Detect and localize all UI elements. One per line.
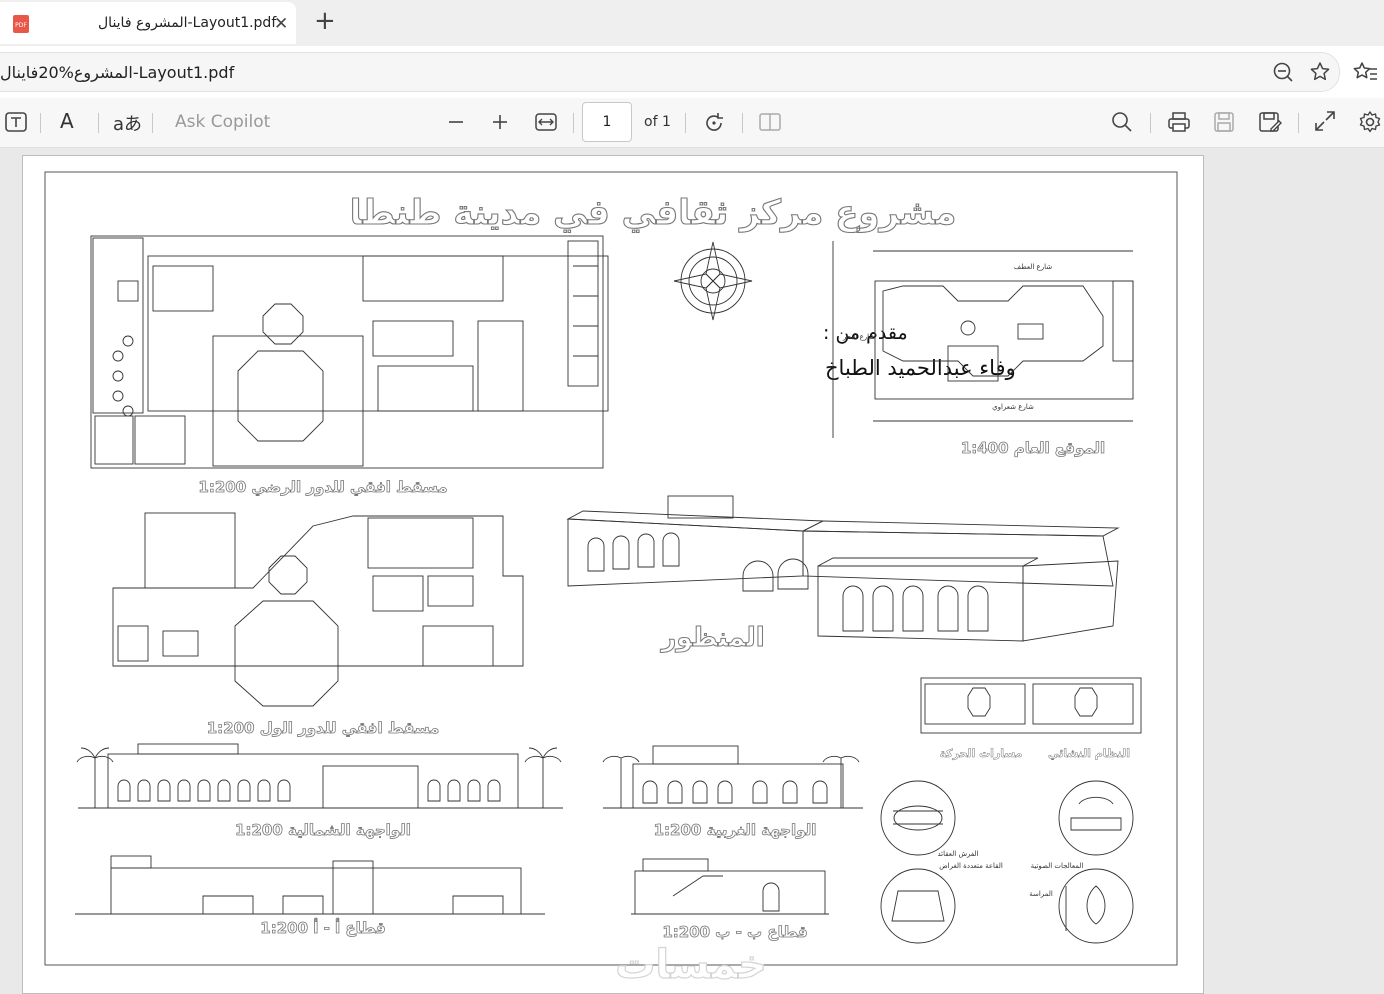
- perspective-drawing: [566, 495, 1120, 642]
- toolbar-divider: [1150, 113, 1151, 133]
- page-view-icon[interactable]: [758, 112, 782, 132]
- toolbar-divider: [1298, 113, 1299, 133]
- detail-label-4: المراسة: [1029, 890, 1053, 898]
- street-bottom-label: شارع شعراوي: [992, 403, 1034, 411]
- pdf-viewer-area[interactable]: مشروع مركز ثقافي في مدينة طنطا مسقط افقي…: [0, 148, 1384, 994]
- toolbar-divider: [152, 113, 153, 133]
- zoom-out-icon[interactable]: [1272, 61, 1294, 83]
- svg-text:PDF: PDF: [15, 22, 27, 29]
- section-aa: [75, 855, 545, 915]
- tab-strip: PDF المشروع فاينال-Layout1.pdf ✕ +: [0, 0, 1384, 46]
- fit-width-icon[interactable]: [535, 112, 557, 132]
- toolbar-divider: [573, 113, 574, 133]
- pdf-toolbar: A aあ Ask Copilot 1 of 1: [0, 98, 1384, 148]
- ground-floor-label: مسقط افقي للدور الرضي 1:200: [198, 478, 447, 496]
- save-icon[interactable]: [1213, 111, 1235, 133]
- section-aa-label: قطاع أ - أ 1:200: [260, 918, 385, 937]
- north-elevation: [76, 743, 563, 809]
- detail-label-2: القاعة متعددة الغراض: [939, 862, 1003, 870]
- page-total-label: of 1: [644, 114, 671, 130]
- circulation-diagram: [920, 677, 1142, 734]
- active-tab[interactable]: PDF المشروع فاينال-Layout1.pdf ✕: [0, 2, 296, 44]
- text-box-icon[interactable]: [4, 111, 28, 133]
- toolbar-divider: [742, 113, 743, 133]
- tab-title: المشروع فاينال-Layout1.pdf: [98, 15, 277, 31]
- street-left-label: شارع البحر: [842, 333, 875, 341]
- pdf-page: مشروع مركز ثقافي في مدينة طنطا مسقط افقي…: [22, 155, 1204, 994]
- print-icon[interactable]: [1167, 111, 1191, 133]
- north-arrow: [673, 241, 753, 321]
- ask-copilot-button[interactable]: Ask Copilot: [175, 112, 270, 132]
- address-text[interactable]: المشروع%20فاينال-Layout1.pdf: [0, 63, 234, 82]
- translate-icon[interactable]: aあ: [113, 110, 142, 136]
- page-number-input[interactable]: 1: [582, 102, 632, 142]
- street-top-label: شارع العطف: [1014, 263, 1052, 271]
- west-elevation: [602, 745, 863, 809]
- architectural-sheet: مشروع مركز ثقافي في مدينة طنطا مسقط افقي…: [44, 171, 1178, 989]
- first-floor-plan: [112, 512, 524, 707]
- detail-label-3: المعالجات الصوتية: [1031, 862, 1084, 870]
- watermark: خمسات: [615, 942, 767, 988]
- ground-floor-plan: [90, 235, 609, 469]
- sheet-title: مشروع مركز ثقافي في مدينة طنطا: [350, 193, 957, 233]
- new-tab-button[interactable]: +: [314, 8, 336, 34]
- toolbar-divider: [40, 113, 41, 133]
- west-elevation-label: الواجهة الغربية 1:200: [654, 821, 817, 839]
- zoom-in-button-icon[interactable]: [491, 113, 509, 131]
- toolbar-divider: [98, 113, 99, 133]
- address-bar: المشروع%20فاينال-Layout1.pdf: [0, 46, 1384, 98]
- section-bb-label: قطاع ب - ب 1:200: [662, 923, 807, 941]
- fullscreen-icon[interactable]: [1314, 110, 1336, 132]
- close-tab-icon[interactable]: ✕: [274, 14, 288, 34]
- detail-label-1: الفرش العقائد: [937, 850, 978, 858]
- site-plan-label: الموقع العام 1:400: [961, 439, 1105, 457]
- zoom-out-button-icon[interactable]: [447, 113, 465, 131]
- structure-label: النظام النشائي: [1048, 747, 1130, 760]
- north-elevation-label: الواجهة الشمالية 1:200: [235, 821, 411, 839]
- rotate-icon[interactable]: [702, 111, 726, 135]
- save-as-icon[interactable]: [1258, 111, 1282, 133]
- favorite-star-icon[interactable]: [1308, 60, 1332, 84]
- settings-gear-icon[interactable]: [1358, 110, 1382, 134]
- toolbar-divider: [685, 113, 686, 133]
- circulation-label: مسارات الحركة: [940, 747, 1023, 760]
- detail-circles: [880, 780, 1134, 944]
- search-icon[interactable]: [1111, 111, 1133, 133]
- perspective-label: المنظور: [659, 623, 764, 653]
- pdf-file-icon: PDF: [13, 15, 29, 33]
- first-floor-label: مسقط افقي للدور الول 1:200: [207, 719, 440, 737]
- favorites-icon[interactable]: [1352, 60, 1378, 84]
- draw-icon[interactable]: A: [60, 109, 74, 133]
- section-bb: [631, 858, 829, 915]
